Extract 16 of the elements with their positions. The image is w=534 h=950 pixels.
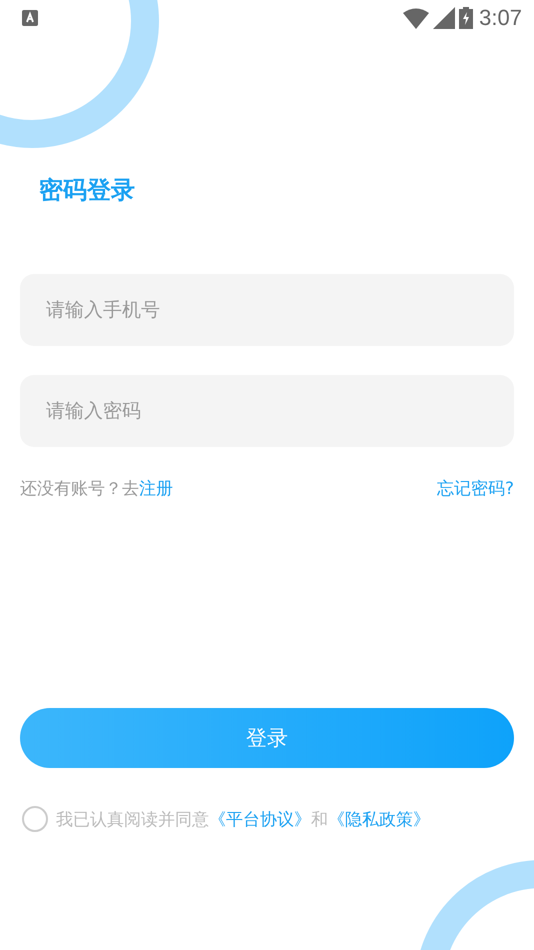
- phone-field[interactable]: 请输入手机号: [20, 274, 514, 346]
- agreement-text: 我已认真阅读并同意《平台协议》和《隐私政策》: [56, 808, 430, 830]
- keyboard-icon: [22, 10, 38, 26]
- clock-time: 3:07: [479, 5, 522, 31]
- agreement-checkbox[interactable]: [22, 806, 48, 832]
- agreement-link[interactable]: 《平台协议》: [209, 810, 311, 830]
- privacy-link[interactable]: 《隐私政策》: [328, 810, 430, 830]
- page-title: 密码登录: [39, 175, 135, 206]
- wifi-icon: [403, 7, 430, 29]
- forgot-password-link[interactable]: 忘记密码?: [436, 477, 514, 500]
- login-button[interactable]: 登录: [20, 708, 514, 768]
- battery-icon: [459, 7, 474, 29]
- password-field[interactable]: 请输入密码: [20, 375, 514, 447]
- register-link[interactable]: 注册: [139, 477, 173, 500]
- register-prompt: 还没有账号？去: [20, 478, 139, 500]
- signal-icon: [433, 7, 456, 29]
